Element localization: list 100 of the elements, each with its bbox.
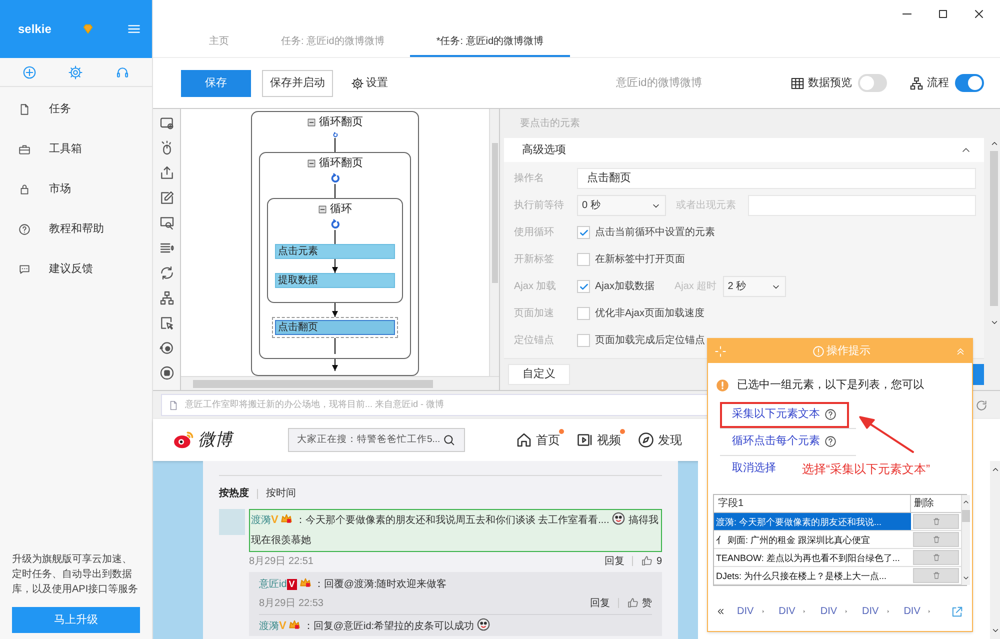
action-link[interactable]: 采集以下元素文本 (720, 402, 849, 428)
scrollbar[interactable] (961, 494, 970, 584)
help-icon[interactable] (824, 435, 837, 448)
custom-button[interactable]: 自定义 (508, 364, 570, 385)
cursor-icon[interactable] (158, 315, 174, 331)
connector-arrow (330, 359, 340, 371)
tab[interactable]: *任务: 意匠id的微博微博 (410, 28, 570, 57)
sidebar-item[interactable]: 建议反馈 (0, 249, 152, 289)
sidebar-item[interactable]: 市场 (0, 169, 152, 209)
toggle-switch[interactable] (955, 74, 984, 92)
hierarchy-icon[interactable] (158, 290, 174, 306)
checkbox[interactable] (577, 226, 590, 239)
refresh-icon[interactable] (975, 398, 988, 412)
checkbox[interactable] (577, 334, 590, 347)
reply-link[interactable]: 回复 (590, 596, 610, 610)
search-field[interactable]: 大家正在搜：特警爸爸忙工作5... (288, 428, 465, 452)
flow-step[interactable]: 点击元素 (275, 244, 395, 259)
timestamp: 8月29日 22:51 (249, 554, 314, 568)
flow-step[interactable]: 提取数据 (275, 273, 395, 288)
sidebar-item[interactable]: 任务 (0, 89, 152, 129)
collapse-icon[interactable] (318, 205, 327, 214)
like-button[interactable]: 9 (641, 554, 662, 568)
delete-button[interactable] (913, 550, 959, 564)
sidebar-item[interactable]: 教程和帮助 (0, 209, 152, 249)
table-icon (790, 76, 805, 90)
checkbox-label: 页面加载完成后定位锚点 (595, 334, 705, 348)
reply-link[interactable]: 回复 (604, 554, 624, 568)
verified-label: V (279, 619, 286, 634)
sidebar-item[interactable]: 工具箱 (0, 129, 152, 169)
nav-link[interactable]: 首页 (515, 431, 564, 449)
stop-icon[interactable] (158, 365, 174, 381)
checkbox[interactable] (577, 307, 590, 320)
verified-label: V (271, 513, 278, 528)
loop-icon (330, 219, 340, 230)
scrollbar[interactable] (181, 376, 499, 390)
select-field[interactable]: 0 秒 (577, 195, 666, 216)
table-row[interactable]: 渡漪: 今天那个要做像素的朋友还和我说... (714, 512, 911, 530)
scroll-down-icon[interactable] (990, 318, 998, 327)
popup-message: 已选中一组元素，以下是列表，您可以 (737, 378, 924, 393)
settings-button[interactable]: 设置 (351, 74, 388, 92)
thumbs-up-icon (627, 597, 639, 609)
breadcrumb-link[interactable]: DIV (820, 604, 838, 619)
nav-link[interactable]: 发现 (637, 431, 686, 449)
headset-icon[interactable] (115, 64, 130, 80)
emoji-icon (611, 511, 626, 526)
scroll-up-icon[interactable] (990, 139, 998, 148)
sort-tab[interactable]: 按热度 (219, 486, 249, 501)
checkbox[interactable] (577, 253, 590, 266)
collapse-icon[interactable] (307, 118, 316, 127)
author-link[interactable]: 渡漪 (251, 515, 271, 526)
weibo-logo-icon[interactable] (173, 429, 195, 451)
column-header: 字段1 (714, 494, 911, 512)
collapse-icon[interactable] (307, 159, 316, 168)
search-window-icon[interactable] (158, 215, 174, 231)
checkbox-label: 在新标签中打开页面 (595, 252, 685, 267)
text-field[interactable]: 点击翻页 (577, 168, 976, 189)
scroll-down-icon[interactable] (990, 626, 1000, 635)
loop-label: 循环翻页 (319, 115, 363, 130)
checkbox[interactable] (577, 280, 590, 293)
action-link[interactable]: 循环点击每个元素 (720, 428, 849, 454)
field-label: 使用循环 (513, 226, 555, 240)
diamond-icon (81, 22, 96, 36)
loop-box[interactable]: 循环翻页 循环翻页 循环 点击元素 提取数据 点击翻页 (251, 111, 419, 376)
action-link[interactable]: 取消选择 (720, 456, 788, 482)
loop-box[interactable]: 循环 点击元素 提取数据 (267, 198, 403, 303)
search-placeholder: 大家正在搜：特警爸爸忙工作5... (297, 432, 440, 447)
add-icon[interactable] (22, 64, 37, 80)
nav-link[interactable]: 视频 (576, 431, 625, 449)
edit-icon[interactable] (158, 190, 174, 206)
refresh-icon[interactable] (158, 265, 174, 281)
upgrade-promo-text: 升级为旗舰版可享云加速、定时任务、自动导出到数据库，以及使用API接口等服务 (11, 552, 140, 597)
save-button[interactable]: 保存 (181, 70, 251, 96)
scrollbar[interactable] (489, 109, 499, 376)
settings-icon[interactable] (68, 64, 84, 80)
help-icon[interactable] (824, 408, 837, 421)
save-and-start-button[interactable]: 保存并启动 (262, 70, 333, 96)
scrollbar[interactable] (990, 461, 1000, 639)
select-field[interactable]: 2 秒 (722, 276, 786, 297)
breadcrumb-link[interactable]: DIV (862, 604, 879, 619)
scroll-up-icon[interactable] (990, 465, 1000, 474)
logo-text[interactable]: 微博 (198, 427, 232, 453)
section-header[interactable]: 高级选项 (504, 138, 984, 162)
loop-box[interactable]: 循环翻页 循环 点击元素 提取数据 点击翻页 (259, 152, 411, 359)
like-button[interactable]: 赞 (627, 596, 652, 610)
delete-button[interactable] (913, 532, 959, 546)
upload-icon[interactable] (158, 165, 174, 181)
sort-tab[interactable]: 按时间 (266, 486, 296, 501)
breadcrumb-link[interactable]: DIV (737, 604, 754, 619)
delete-button[interactable] (913, 514, 959, 528)
breadcrumb-link[interactable]: DIV (778, 604, 796, 619)
toggle-switch[interactable] (858, 74, 887, 92)
record-icon[interactable] (158, 340, 174, 356)
back-icon[interactable] (716, 607, 725, 616)
external-link-icon[interactable] (950, 604, 964, 618)
browser-add-icon[interactable] (158, 115, 174, 131)
text-field[interactable] (748, 195, 976, 216)
scroll-thumb[interactable] (962, 510, 970, 522)
breadcrumb-link[interactable]: DIV (904, 604, 920, 619)
flow-step[interactable]: 点击翻页 (275, 320, 395, 335)
search-icon (442, 433, 456, 447)
